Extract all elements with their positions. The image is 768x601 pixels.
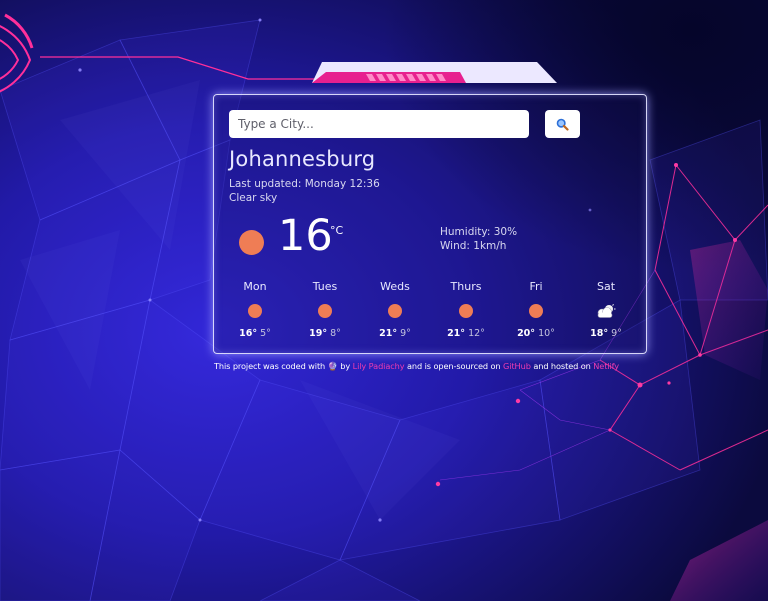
forecast-day: Mon 16° 5° bbox=[220, 280, 290, 345]
forecast-day-name: Fri bbox=[529, 280, 543, 293]
netlify-link[interactable]: Netlify bbox=[593, 361, 619, 371]
forecast-temps: 21° 12° bbox=[431, 328, 501, 339]
current-temperature: 16 bbox=[278, 211, 333, 261]
forecast-temps: 16° 5° bbox=[220, 328, 290, 339]
sun-icon bbox=[459, 304, 473, 318]
forecast-day: Fri 20° 10° bbox=[501, 280, 571, 345]
humidity: Humidity: 30% bbox=[440, 226, 518, 238]
forecast-day: Thurs 21° 12° bbox=[431, 280, 501, 345]
search-button[interactable] bbox=[545, 110, 580, 138]
forecast-high: 21° bbox=[379, 328, 398, 339]
sun-icon bbox=[239, 230, 264, 255]
forecast-temps: 21° 9° bbox=[360, 328, 430, 339]
forecast-day-name: Tues bbox=[312, 280, 338, 293]
footer-text: This project was coded with bbox=[214, 361, 328, 371]
forecast-low: 8° bbox=[330, 328, 341, 339]
footer-text: and is open-sourced on bbox=[404, 361, 504, 371]
last-updated: Last updated: Monday 12:36 bbox=[229, 178, 380, 190]
footer-text: by bbox=[337, 361, 353, 371]
forecast-temps: 19° 8° bbox=[290, 328, 360, 339]
forecast-high: 19° bbox=[309, 328, 328, 339]
city-search-input[interactable] bbox=[229, 110, 529, 138]
sun-icon bbox=[529, 304, 543, 318]
sun-icon bbox=[388, 304, 402, 318]
forecast-low: 5° bbox=[260, 328, 271, 339]
forecast-temps: 20° 10° bbox=[501, 328, 571, 339]
forecast-low: 9° bbox=[611, 328, 622, 339]
partly-cloudy-icon bbox=[597, 304, 616, 318]
forecast-high: 20° bbox=[517, 328, 536, 339]
forecast-high: 21° bbox=[447, 328, 466, 339]
forecast-low: 12° bbox=[468, 328, 485, 339]
magnifying-glass-icon bbox=[556, 118, 569, 131]
forecast-high: 18° bbox=[590, 328, 609, 339]
forecast-low: 9° bbox=[400, 328, 411, 339]
forecast-day-name: Thurs bbox=[450, 280, 482, 293]
forecast-day: Tues 19° 8° bbox=[290, 280, 360, 345]
temperature-unit: °C bbox=[330, 224, 344, 237]
city-name: Johannesburg bbox=[229, 147, 376, 171]
crystal-ball-icon: 🔮 bbox=[327, 361, 338, 371]
footer-credits: This project was coded with 🔮 by Lily Pa… bbox=[214, 361, 619, 372]
forecast-day-name: Mon bbox=[243, 280, 267, 293]
forecast-temps: 18° 9° bbox=[571, 328, 641, 339]
forecast-day-name: Weds bbox=[380, 280, 410, 293]
weather-description: Clear sky bbox=[229, 192, 278, 204]
weather-card: Johannesburg Last updated: Monday 12:36 … bbox=[213, 94, 647, 354]
footer-text: and hosted on bbox=[530, 361, 594, 371]
wind-speed: Wind: 1km/h bbox=[440, 240, 507, 252]
forecast-low: 10° bbox=[538, 328, 555, 339]
forecast-day: Sat 18° 9° bbox=[571, 280, 641, 345]
forecast-high: 16° bbox=[239, 328, 258, 339]
github-link[interactable]: GitHub bbox=[503, 361, 531, 371]
sun-icon bbox=[248, 304, 262, 318]
sun-icon bbox=[318, 304, 332, 318]
forecast: Mon 16° 5° Tues 19° 8° Weds 21° 9° Thurs… bbox=[220, 280, 642, 345]
author-link[interactable]: Lily Padiachy bbox=[353, 361, 405, 371]
forecast-day: Weds 21° 9° bbox=[360, 280, 430, 345]
forecast-day-name: Sat bbox=[596, 280, 616, 293]
